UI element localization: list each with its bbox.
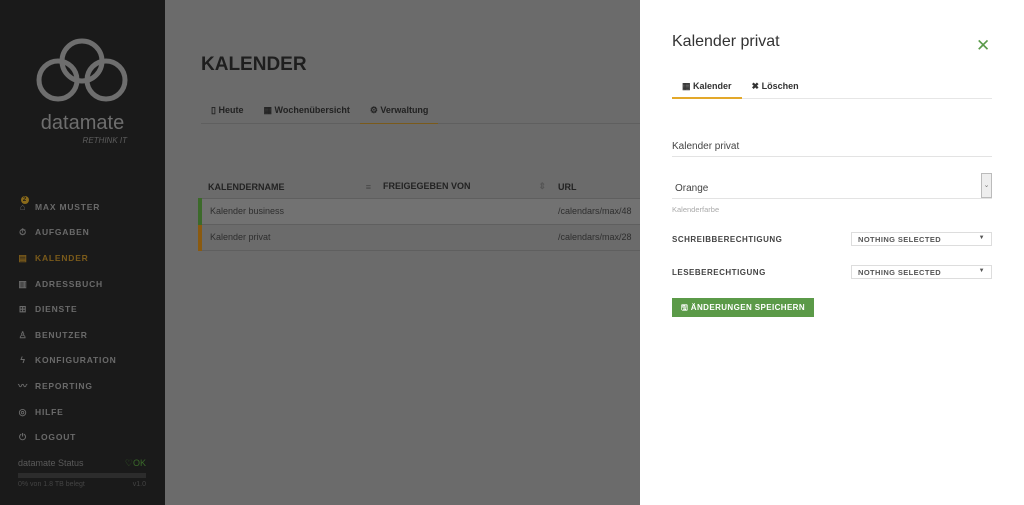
lifebuoy-icon: ◎ bbox=[18, 406, 28, 417]
table-row[interactable]: Kalender privat /calendars/max/28 bbox=[198, 224, 658, 251]
status-ok-text: OK bbox=[132, 458, 146, 468]
write-permission-select[interactable]: NOTHING SELECTED ▼ bbox=[851, 232, 992, 246]
notification-badge: 2 bbox=[21, 195, 29, 204]
calendar-color-select[interactable]: Orange ⌄ bbox=[672, 173, 992, 199]
edit-calendar-panel: Kalender privat ✕ ▦ Kalender ✖ Löschen K… bbox=[640, 0, 1024, 505]
read-permission-label: LESEBERECHTIGUNG bbox=[672, 268, 766, 277]
sidebar-item-label: BENUTZER bbox=[35, 329, 88, 340]
calendar-icon: ▦ bbox=[682, 81, 694, 91]
panel-title: Kalender privat bbox=[672, 33, 780, 50]
tab-label: Kalender bbox=[693, 81, 732, 91]
tab-label: Verwaltung bbox=[380, 105, 429, 115]
caret-down-icon: ▼ bbox=[978, 235, 985, 241]
sidebar-item-aufgaben[interactable]: ⏱ AUFGABEN bbox=[18, 220, 117, 246]
caret-down-icon: ▼ bbox=[978, 268, 985, 274]
home-icon: ⌂ 2 bbox=[19, 195, 29, 212]
calendar-icon: ▤ bbox=[18, 252, 28, 263]
storage-usage-text: 0% von 1.8 TB belegt bbox=[18, 481, 85, 488]
sidebar-item-dienste[interactable]: ⊞ DIENSTE bbox=[18, 296, 117, 322]
grid-icon: ⊞ bbox=[18, 304, 28, 315]
chevron-down-icon[interactable]: ⌄ bbox=[981, 173, 992, 198]
close-icon: ✖ bbox=[751, 81, 762, 91]
tab-wochenuebersicht[interactable]: ▦ Wochenübersicht bbox=[253, 100, 359, 124]
main-tabs: ▯ Heute ▦ Wochenübersicht ⚙ Verwaltung bbox=[201, 100, 651, 124]
tab-heute[interactable]: ▯ Heute bbox=[201, 100, 253, 124]
column-header-kalendername[interactable]: KALENDERNAME ≡ bbox=[200, 176, 375, 199]
sidebar-item-label: MAX MUSTER bbox=[35, 201, 101, 212]
version: v1.0 bbox=[132, 481, 146, 488]
sidebar-item-reporting[interactable]: 〰 REPORTING bbox=[18, 373, 117, 399]
select-value: NOTHING SELECTED bbox=[858, 268, 942, 277]
calendar-name-input[interactable]: Kalender privat bbox=[672, 137, 992, 157]
tab-label: Löschen bbox=[761, 81, 799, 91]
sidebar-item-hilfe[interactable]: ◎ HILFE bbox=[18, 399, 117, 425]
sidebar-item-label: DIENSTE bbox=[35, 304, 78, 315]
color-hint: Kalenderfarbe bbox=[672, 205, 720, 214]
status-ok: ♡OK bbox=[125, 458, 146, 469]
status-label: datamate Status bbox=[18, 458, 84, 468]
sidebar: datamate RETHINK IT ⌂ 2 MAX MUSTER ⏱ AUFGAB… bbox=[0, 0, 165, 505]
calendar-name: Kalender business bbox=[198, 198, 375, 225]
page-title: KALENDER bbox=[201, 54, 307, 75]
button-label: ÄNDERUNGEN SPEICHERN bbox=[690, 303, 806, 312]
tab-loeschen[interactable]: ✖ Löschen bbox=[742, 78, 809, 99]
sidebar-item-max-muster[interactable]: ⌂ 2 MAX MUSTER bbox=[18, 194, 117, 220]
tab-label: Heute bbox=[218, 105, 244, 115]
user-icon: ♙ bbox=[18, 329, 28, 340]
heart-icon: ♡ bbox=[124, 458, 133, 468]
save-changes-button[interactable]: 🖫 ÄNDERUNGEN SPEICHERN bbox=[672, 298, 814, 317]
sidebar-item-benutzer[interactable]: ♙ BENUTZER bbox=[18, 322, 117, 348]
gears-icon: ⚙ bbox=[369, 105, 381, 115]
sidebar-item-kalender[interactable]: ▤ KALENDER bbox=[18, 245, 117, 271]
header-label: FREIGEGEBEN VON bbox=[383, 181, 471, 192]
brand-name: datamate bbox=[40, 112, 125, 134]
selected-color: Orange bbox=[675, 183, 709, 194]
sidebar-item-konfiguration[interactable]: ϟ KONFIGURATION bbox=[18, 348, 117, 374]
close-icon[interactable]: ✕ bbox=[976, 36, 990, 56]
write-permission-label: SCHREIBBERECHTIGUNG bbox=[672, 235, 783, 244]
sort-icon[interactable]: ⇕ bbox=[538, 181, 546, 192]
sidebar-item-adressbuch[interactable]: ▥ ADRESSBUCH bbox=[18, 271, 117, 297]
tab-kalender[interactable]: ▦ Kalender bbox=[672, 78, 742, 99]
calendar-name: Kalender privat bbox=[198, 224, 375, 251]
save-icon: 🖫 bbox=[680, 303, 691, 312]
header-label: KALENDERNAME bbox=[208, 181, 285, 192]
calendar-icon: ▦ bbox=[263, 105, 275, 115]
calendar-table: KALENDERNAME ≡ FREIGEGEBEN VON ⇕ URL Kalen… bbox=[198, 176, 658, 251]
system-status: datamate Status ♡OK 0% von 1.8 TB belegt… bbox=[18, 458, 146, 488]
bolt-icon: ϟ bbox=[20, 355, 26, 366]
datamate-logo bbox=[36, 38, 128, 102]
shared-by bbox=[375, 198, 550, 225]
panel-tabs: ▦ Kalender ✖ Löschen bbox=[672, 78, 992, 99]
sidebar-item-label: AUFGABEN bbox=[35, 227, 90, 238]
sidebar-item-label: REPORTING bbox=[35, 380, 93, 391]
tab-verwaltung[interactable]: ⚙ Verwaltung bbox=[359, 100, 439, 124]
sidebar-item-label: LOGOUT bbox=[35, 432, 77, 443]
select-value: NOTHING SELECTED bbox=[858, 235, 942, 244]
stopwatch-icon: ⏱ bbox=[19, 227, 27, 238]
power-icon: ⏻ bbox=[19, 432, 27, 443]
sidebar-item-label: KALENDER bbox=[35, 252, 89, 263]
sidebar-item-label: ADRESSBUCH bbox=[35, 278, 103, 289]
sidebar-nav: ⌂ 2 MAX MUSTER ⏱ AUFGABEN ▤ KALENDER ▥ ADRESS… bbox=[18, 194, 117, 450]
sort-icon[interactable]: ≡ bbox=[366, 182, 371, 192]
tab-label: Wochenübersicht bbox=[274, 105, 350, 115]
column-header-freigegeben[interactable]: FREIGEGEBEN VON ⇕ bbox=[375, 176, 550, 199]
brand-tagline: RETHINK IT bbox=[82, 136, 127, 145]
read-permission-select[interactable]: NOTHING SELECTED ▼ bbox=[851, 265, 992, 279]
shared-by bbox=[375, 224, 550, 251]
book-icon: ▥ bbox=[18, 278, 28, 289]
chart-line-icon: 〰 bbox=[18, 380, 28, 391]
sidebar-item-logout[interactable]: ⏻ LOGOUT bbox=[18, 424, 117, 450]
sidebar-item-label: KONFIGURATION bbox=[35, 355, 117, 366]
main-content: KALENDER ▯ Heute ▦ Wochenübersicht ⚙ Ver… bbox=[165, 0, 658, 505]
table-row[interactable]: Kalender business /calendars/max/48 bbox=[198, 198, 658, 225]
storage-usage-bar bbox=[18, 473, 146, 478]
sidebar-item-label: HILFE bbox=[35, 406, 64, 417]
